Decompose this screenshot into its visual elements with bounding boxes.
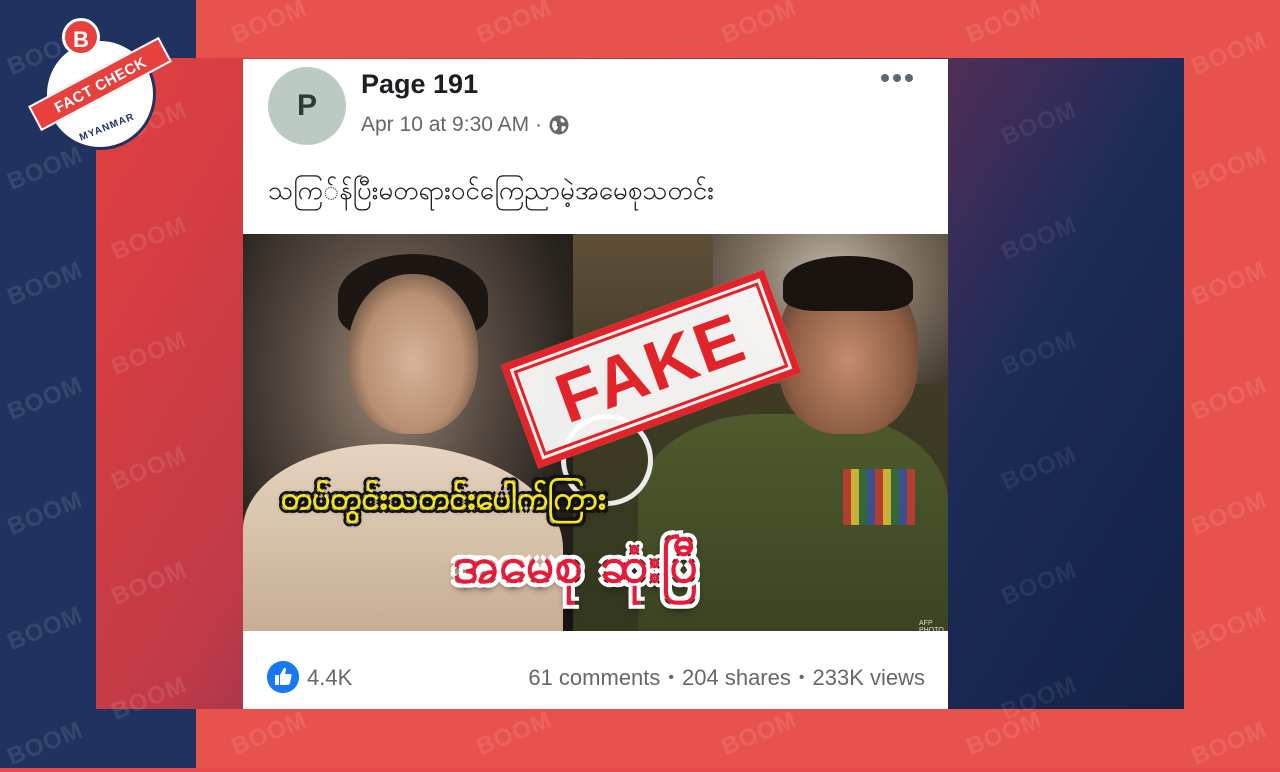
comments-count[interactable]: 61 comments bbox=[528, 665, 660, 691]
more-options-icon[interactable] bbox=[877, 69, 917, 93]
post-meta: Apr 10 at 9:30 AM · bbox=[361, 113, 570, 137]
engagement-stats: 61 comments • 204 shares • 233K views bbox=[528, 665, 925, 691]
image-caption-line2: အမေစု ဆုံးပြီ bbox=[453, 536, 699, 594]
stats-separator: • bbox=[798, 669, 805, 686]
engagement-bar: 4.4K 61 comments • 204 shares • 233K vie… bbox=[243, 631, 948, 709]
page-avatar[interactable]: P bbox=[268, 67, 346, 145]
woman-figure-head bbox=[348, 274, 478, 434]
page-name-link[interactable]: Page 191 bbox=[361, 69, 478, 100]
post-image[interactable]: တပ်တွင်းသတင်းပေါက်ကြား အမေစု ဆုံးပြီ AFP… bbox=[243, 234, 948, 631]
image-credit: AFP PHOTO bbox=[919, 620, 944, 631]
boom-logo-icon: B bbox=[62, 18, 100, 56]
man-figure-hair bbox=[783, 256, 913, 311]
globe-icon bbox=[548, 114, 570, 136]
like-count[interactable]: 4.4K bbox=[307, 665, 352, 691]
post-text: သကြ်န်ပြီးမတရားဝင်ကြေညာမဲ့အမေစုသတင်း bbox=[268, 176, 714, 206]
medal-ribbons bbox=[843, 469, 915, 525]
stats-separator: • bbox=[668, 669, 675, 686]
image-caption-line1: တပ်တွင်းသတင်းပေါက်ကြား bbox=[281, 479, 606, 517]
views-count: 233K views bbox=[812, 665, 925, 690]
meta-separator: · bbox=[535, 113, 543, 136]
fact-check-badge: B FACT CHECK MYANMAR bbox=[22, 18, 172, 150]
shares-count[interactable]: 204 shares bbox=[682, 665, 791, 691]
post-date[interactable]: Apr 10 at 9:30 AM bbox=[361, 113, 529, 137]
like-thumb-icon bbox=[267, 661, 299, 693]
facebook-post-card: P Page 191 Apr 10 at 9:30 AM · သကြ်န်ပြီ… bbox=[243, 59, 948, 709]
